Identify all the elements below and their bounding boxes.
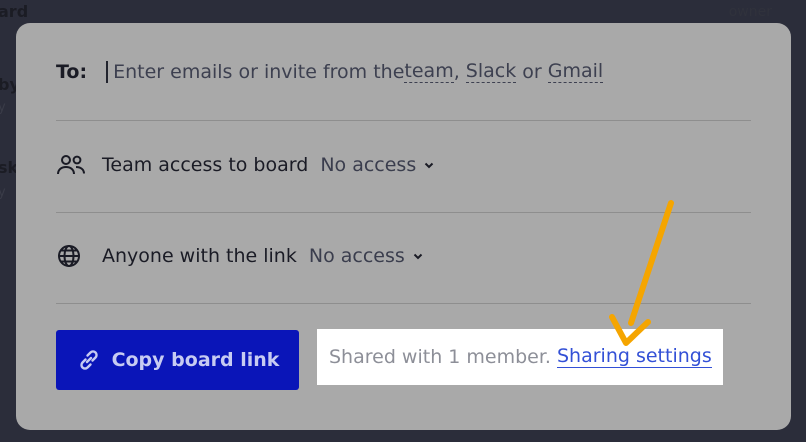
team-icon [56,152,86,178]
team-access-value: No access [320,154,417,176]
team-access-dropdown[interactable]: No access [320,154,434,176]
invite-input[interactable]: To: Enter emails or invite from the team… [56,60,604,83]
globe-icon [56,243,86,269]
background-board-title: ard [0,2,29,21]
background-row-subtitle: y [0,185,6,200]
link-icon [76,347,102,373]
chevron-down-icon [425,162,434,169]
link-access-row: Anyone with the link No access [56,243,423,269]
separator-text: or [516,60,548,83]
invite-from-gmail-link[interactable]: Gmail [547,60,604,83]
shared-info-box: Shared with 1 member. Sharing settings [317,329,723,385]
divider [56,303,751,304]
link-access-dropdown[interactable]: No access [309,245,423,267]
background-row-subtitle: y [0,100,6,115]
share-board-modal: To: Enter emails or invite from the team… [16,23,791,430]
background-owner-label: owner [728,4,772,20]
to-label: To: [56,60,88,83]
copy-board-link-button[interactable]: Copy board link [56,330,299,390]
divider [56,212,751,213]
link-access-label: Anyone with the link [102,245,297,267]
link-access-value: No access [308,245,405,267]
sharing-settings-link[interactable]: Sharing settings [556,345,712,369]
team-access-row: Team access to board No access [56,152,434,178]
separator-text: , [453,60,466,83]
shared-status-text: Shared with 1 member. [329,346,551,368]
invite-placeholder: Enter emails or invite from the [113,60,405,83]
invite-from-team-link[interactable]: team [404,60,454,83]
invite-from-slack-link[interactable]: Slack [465,60,517,83]
text-cursor-icon [103,60,111,83]
chevron-down-icon [413,253,422,260]
divider [56,120,751,121]
copy-board-link-label: Copy board link [111,349,280,371]
team-access-label: Team access to board [102,154,309,176]
